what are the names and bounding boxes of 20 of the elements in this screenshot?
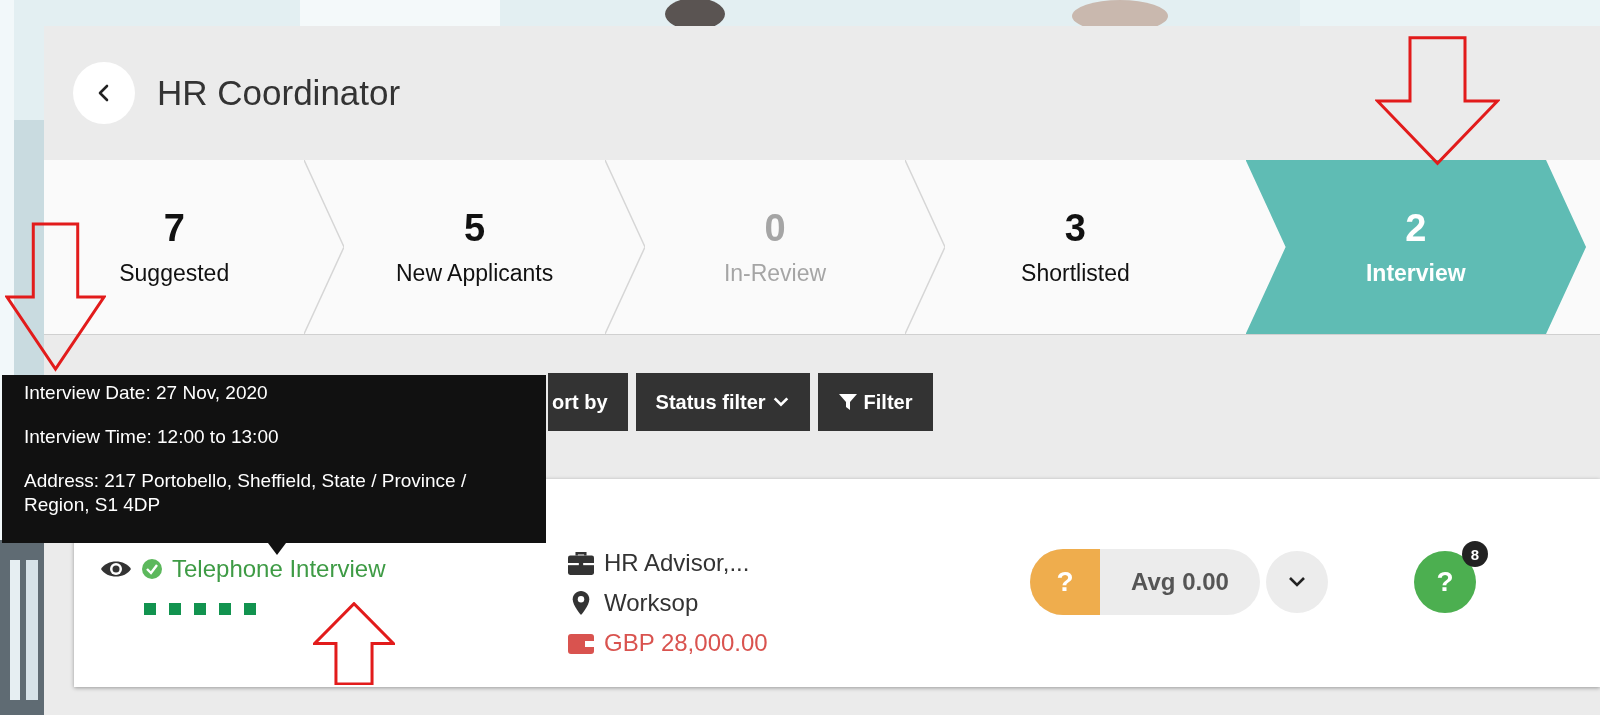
pipeline-step[interactable]: 7 Suggested: [44, 160, 345, 334]
pipeline-step[interactable]: 5 New Applicants: [344, 160, 645, 334]
tooltip-text: Interview Date: 27 Nov, 2020: [24, 381, 269, 405]
briefcase-icon: [568, 551, 594, 575]
wallet-icon: [568, 631, 594, 655]
interview-stage-link[interactable]: Telephone Interview: [172, 555, 386, 583]
page-title: HR Coordinator: [157, 73, 401, 113]
funnel-icon: [837, 392, 858, 412]
salary: GBP 28,000.00: [604, 629, 768, 657]
tooltip-text: Interview Time: 12:00 to 13:00: [24, 425, 280, 449]
count-badge: 8: [1462, 541, 1488, 567]
job-location: Worksop: [604, 589, 699, 617]
pipeline-step[interactable]: 3 Shortlisted: [945, 160, 1246, 334]
sort-button[interactable]: ort by: [548, 373, 628, 431]
job-title: HR Advisor,...: [604, 549, 750, 577]
tooltip-text: Address: 217 Portobello, Sheffield, State / Province / Region, S1 4DP: [24, 469, 468, 517]
average-score: Avg 0.00: [1130, 567, 1230, 597]
score-question: ?: [1030, 549, 1100, 615]
status-filter-dropdown[interactable]: Status filter: [635, 373, 810, 431]
filter-button[interactable]: Filter: [817, 373, 933, 431]
